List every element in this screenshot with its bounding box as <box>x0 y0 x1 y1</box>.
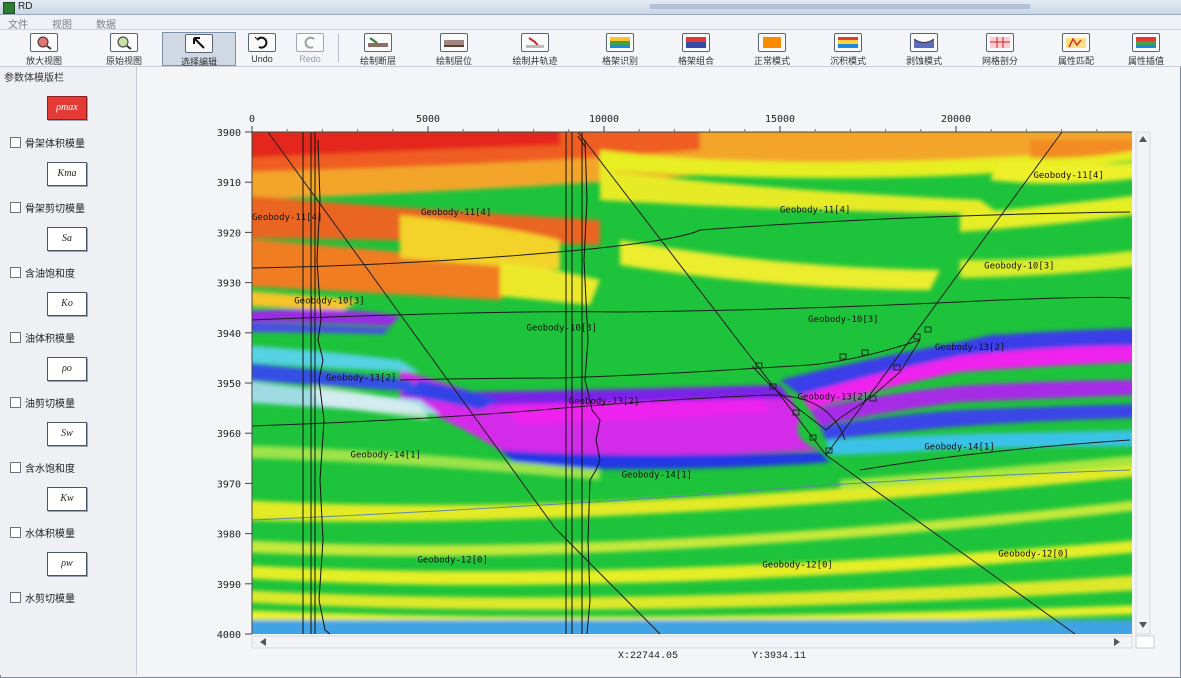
geobody-label: Geobody-10[3] <box>808 315 878 325</box>
y-tick-label: 3970 <box>217 479 241 490</box>
geobody-label: Geobody-11[4] <box>1033 171 1103 181</box>
geobody-label: Geobody-13[2] <box>326 373 396 383</box>
geobody-label: Geobody-14[1] <box>924 442 994 452</box>
y-tick-label: 4000 <box>217 630 241 641</box>
x-tick-label: 0 <box>249 114 255 125</box>
geobody-label: Geobody-12[0] <box>417 556 487 566</box>
y-tick-label: 3950 <box>217 379 241 390</box>
y-tick-label: 3910 <box>217 178 241 189</box>
geobody-label: Geobody-13[2] <box>935 343 1005 353</box>
status-x-readout: X:22744.05 <box>618 651 679 662</box>
geobody-label: Geobody-11[4] <box>252 213 322 223</box>
geobody-label: Geobody-14[1] <box>351 450 421 460</box>
y-tick-label: 3980 <box>217 530 241 541</box>
geobody-label: Geobody-11[4] <box>780 205 850 215</box>
x-tick-label: 5000 <box>416 114 440 125</box>
scroll-corner <box>1135 635 1155 649</box>
geobody-label: Geobody-10[3] <box>527 323 597 333</box>
status-y-readout: Y:3934.11 <box>752 651 807 662</box>
y-tick-label: 3990 <box>217 580 241 591</box>
x-tick-label: 15000 <box>765 114 795 125</box>
vertical-scrollbar[interactable] <box>1135 131 1151 635</box>
y-tick-label: 3920 <box>217 228 241 239</box>
geobody-label: Geobody-13[2] <box>569 397 639 407</box>
y-axis-ticks: 3900 3910 3920 3930 3940 3950 3960 3970 3980 3990… <box>217 128 252 641</box>
geobody-label: Geobody-10[3] <box>984 262 1054 272</box>
y-tick-label: 3930 <box>217 279 241 290</box>
y-tick-label: 3940 <box>217 329 241 340</box>
geobody-label: Geobody-12[0] <box>762 561 832 571</box>
geobody-label: Geobody-11[4] <box>421 208 491 218</box>
y-tick-label: 3960 <box>217 429 241 440</box>
y-tick-label: 3900 <box>217 128 241 139</box>
geobody-label: Geobody-13[2] <box>798 393 868 403</box>
horizontal-scrollbar[interactable] <box>251 635 1133 649</box>
attribute-colored-section <box>252 132 1132 634</box>
geobody-label: Geobody-14[1] <box>622 470 692 480</box>
x-tick-label: 10000 <box>589 114 619 125</box>
geobody-label: Geobody-10[3] <box>294 297 364 307</box>
seismic-section-view[interactable]: Geobody-11[4] Geobody-11[4] Geobody-11[4] G… <box>0 0 1181 678</box>
geobody-label: Geobody-12[0] <box>998 550 1068 560</box>
x-axis-ticks: 0 5000 10000 15000 20000 <box>249 114 1098 132</box>
x-tick-label: 20000 <box>941 114 971 125</box>
